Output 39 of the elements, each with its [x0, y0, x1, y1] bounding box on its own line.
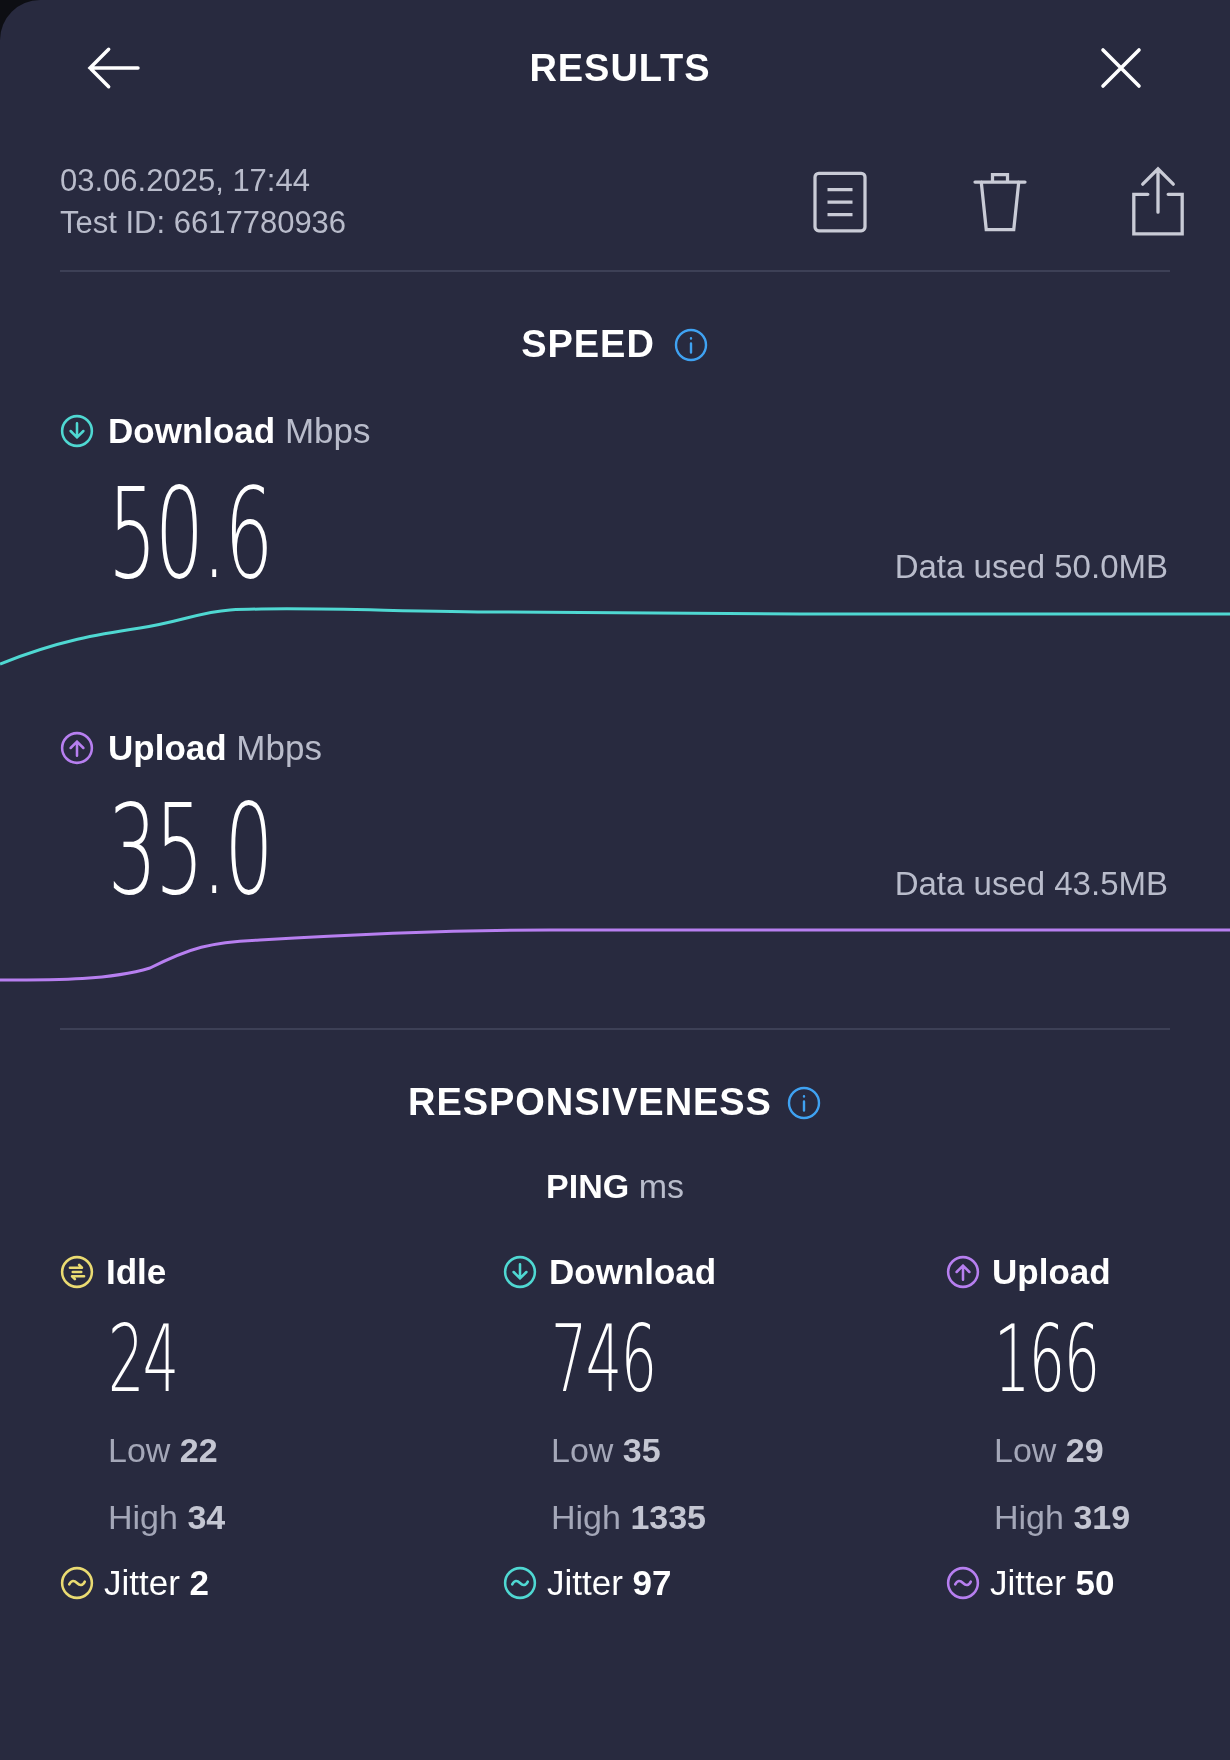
test-date: 03.06.2025, 17:44 — [60, 162, 311, 200]
ping-type-label: Download — [549, 1251, 717, 1293]
ping-value: 746 — [551, 1313, 656, 1406]
share-icon[interactable] — [1130, 166, 1186, 238]
metric-label: Download Mbps — [108, 410, 371, 452]
speed-value: 35.0 — [108, 788, 272, 912]
data-used: Data used 43.5MB — [894, 863, 1168, 904]
high-value: High 319 — [993, 1496, 1132, 1538]
test-id: Test ID: 6617780936 — [60, 204, 347, 242]
data-used: Data used 50.0MB — [894, 547, 1168, 587]
wave-circle-icon — [503, 1565, 537, 1600]
idle-circle-icon — [60, 1255, 94, 1290]
ping-value: 24 — [108, 1313, 178, 1406]
low-value: Low 35 — [550, 1429, 662, 1471]
info-icon[interactable] — [672, 326, 709, 363]
section-title: RESPONSIVENESS — [408, 1080, 772, 1125]
document-icon[interactable] — [810, 169, 870, 235]
down-arrow-circle-icon — [503, 1255, 537, 1290]
down-arrow-circle-icon — [60, 414, 94, 449]
ping-label: PING ms — [546, 1166, 684, 1207]
high-value: High 34 — [107, 1496, 227, 1538]
high-value: High 1335 — [550, 1496, 708, 1538]
ping-type-label: Idle — [106, 1251, 167, 1293]
wave-circle-icon — [60, 1565, 94, 1600]
ping-type-label: Upload — [992, 1251, 1111, 1293]
section-title: SPEED — [521, 322, 655, 367]
up-arrow-circle-icon — [946, 1255, 980, 1290]
up-arrow-circle-icon — [60, 730, 94, 765]
metric-label: Upload Mbps — [108, 726, 322, 769]
ping-value: 166 — [994, 1313, 1099, 1406]
jitter-value: Jitter 50 — [990, 1561, 1115, 1604]
page-title: RESULTS — [529, 45, 711, 91]
speed-value: 50.6 — [108, 471, 272, 596]
jitter-value: Jitter 97 — [547, 1561, 672, 1604]
low-value: Low 22 — [107, 1429, 219, 1471]
low-value: Low 29 — [993, 1429, 1105, 1471]
info-icon[interactable] — [785, 1084, 822, 1121]
wave-circle-icon — [946, 1565, 980, 1600]
jitter-value: Jitter 2 — [104, 1561, 210, 1604]
